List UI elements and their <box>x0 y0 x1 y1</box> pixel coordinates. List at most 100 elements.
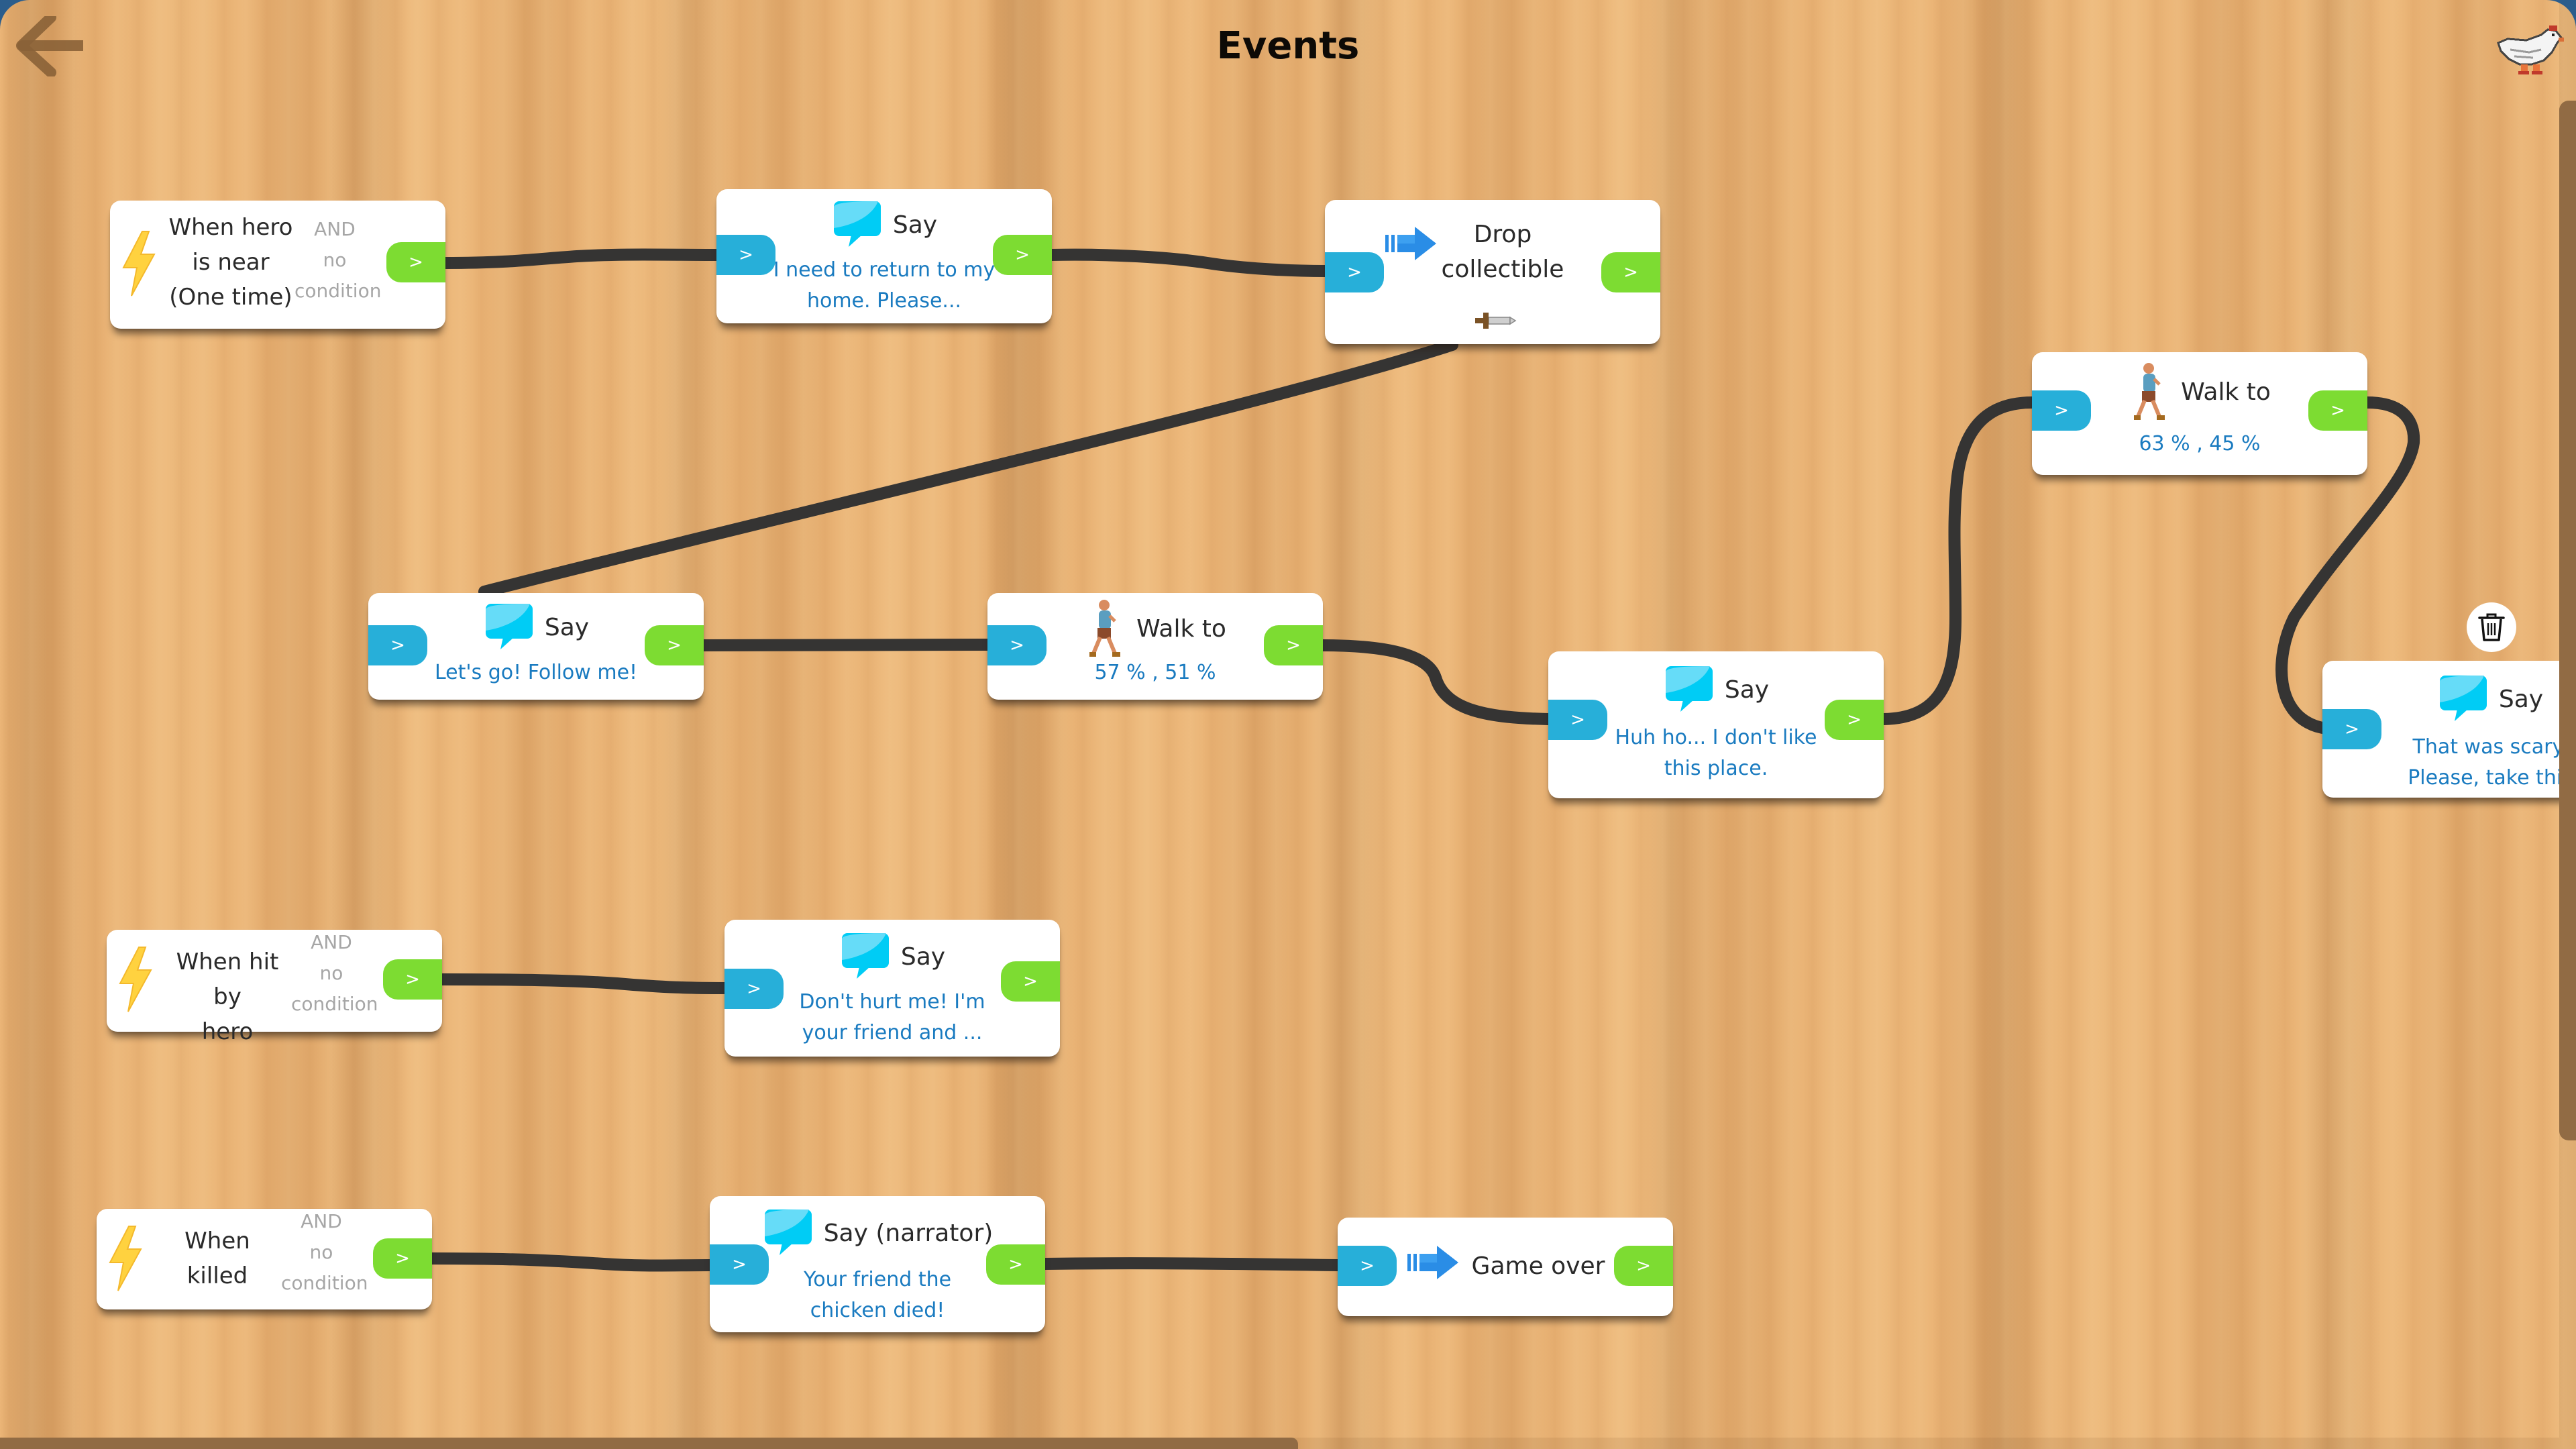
output-port[interactable]: > <box>383 959 442 1000</box>
trigger-label-line: When <box>184 1228 250 1254</box>
node-title: Say <box>544 613 590 641</box>
node-header: Walk to <box>2032 362 2367 422</box>
action-node-say-return[interactable]: > > Say I need to return to my home. Ple… <box>716 189 1052 323</box>
node-title: Walk to <box>1136 614 1226 643</box>
action-node-say-narrator[interactable]: > > Say (narrator) Your friend the chick… <box>710 1196 1045 1332</box>
speech-bubble-icon <box>841 933 889 979</box>
trigger-node-killed[interactable]: When killed AND no condition > <box>97 1209 432 1309</box>
delete-button[interactable] <box>2467 602 2516 652</box>
condition-line: no <box>319 962 343 984</box>
trigger-node-hit-by-hero[interactable]: When hit by hero AND no condition > <box>107 927 442 1045</box>
node-header: Game over <box>1338 1246 1673 1286</box>
trigger-label-line: killed <box>186 1263 248 1289</box>
trigger-label: When killed <box>150 1224 284 1293</box>
detail-line: Your friend the <box>803 1268 952 1291</box>
trigger-label-line: When hero <box>168 214 293 241</box>
walking-person-icon <box>1089 600 1121 657</box>
action-node-say-lets-go[interactable]: > > Say Let's go! Follow me! <box>368 593 704 700</box>
node-header: Say <box>1548 663 1884 716</box>
detail-line: Don't hurt me! I'm <box>799 990 985 1014</box>
input-port[interactable]: > <box>1325 252 1384 292</box>
walking-person-icon <box>2134 363 2165 420</box>
lightning-icon <box>119 947 152 1012</box>
detail-line: That was scary. <box>2412 735 2568 759</box>
detail-line: this place. <box>1664 757 1768 780</box>
detail-line: your friend and ... <box>802 1021 983 1044</box>
wire-killed-to-narrator[interactable] <box>426 1252 716 1272</box>
action-node-say-dont-hurt[interactable]: > > Say Don't hurt me! I'm your friend a… <box>724 920 1060 1057</box>
action-node-walk-to-2[interactable]: > > Walk to 57 % , 51 % <box>987 593 1323 700</box>
node-header: Say <box>368 601 704 653</box>
wire-near-to-say-return[interactable] <box>439 248 722 269</box>
node-detail: Your friend the chicken died! <box>763 1265 991 1326</box>
condition-line: condition <box>281 1272 368 1294</box>
node-title-line: Drop <box>1473 221 1532 248</box>
page-title: Events <box>1216 24 1360 68</box>
lightning-icon <box>122 231 156 297</box>
wire-say-huh-to-walk-1[interactable] <box>1878 396 2038 725</box>
action-node-say-scary[interactable]: > Say That was scary. Please, take this … <box>2322 661 2576 798</box>
node-header: Say <box>2322 673 2576 725</box>
detail-line: chicken died! <box>810 1299 945 1322</box>
horizontal-scrollbar-thumb[interactable] <box>0 1438 1298 1449</box>
speech-bubble-icon <box>485 604 533 649</box>
condition-line: AND <box>311 931 352 953</box>
node-header: Say <box>724 930 1060 983</box>
wire-walk-to-say-huh[interactable] <box>1316 639 1554 725</box>
node-detail: Don't hurt me! I'm your friend and ... <box>778 987 1006 1049</box>
speech-bubble-icon <box>764 1210 812 1255</box>
condition-label[interactable]: AND no condition <box>291 927 378 1020</box>
trigger-node-hero-near[interactable]: When hero is near (One time) AND no cond… <box>110 201 445 329</box>
action-node-say-huh-ho[interactable]: > > Say Huh ho... I don't like this plac… <box>1548 651 1884 798</box>
detail-line: I need to return to my <box>773 258 996 282</box>
arrow-right-icon <box>1407 1246 1458 1279</box>
action-node-drop-collectible[interactable]: > > Drop collectible <box>1325 200 1660 344</box>
detail-line: home. Please... <box>806 289 962 313</box>
node-detail: I need to return to my home. Please... <box>770 255 998 317</box>
trigger-label: When hit by hero <box>160 945 294 1049</box>
output-port[interactable]: > <box>1601 252 1660 292</box>
speech-bubble-icon <box>2439 676 2487 721</box>
trigger-label-line: When hit by <box>176 949 279 1010</box>
events-canvas[interactable]: Events When hero is near (One time) AND … <box>0 0 2576 1449</box>
condition-line: AND <box>314 218 356 240</box>
trigger-label-line: (One time) <box>169 284 292 311</box>
node-header: Say <box>716 199 1052 251</box>
wire-narrator-to-game-over[interactable] <box>1039 1257 1344 1271</box>
trash-icon <box>2478 613 2505 641</box>
condition-line: condition <box>294 280 382 302</box>
node-title: Say <box>1724 676 1770 704</box>
node-detail: 63 % , 45 % <box>2139 432 2261 455</box>
condition-label[interactable]: AND no condition <box>294 214 382 307</box>
dagger-icon <box>1475 313 1517 329</box>
node-title: Say <box>900 943 946 971</box>
lightning-icon <box>109 1226 142 1291</box>
condition-label[interactable]: AND no condition <box>281 1206 368 1299</box>
condition-line: no <box>323 249 347 271</box>
node-detail: Let's go! Follow me! <box>434 661 638 684</box>
node-title: Say <box>892 211 938 239</box>
speech-bubble-icon <box>1665 666 1713 712</box>
speech-bubble-icon <box>833 201 881 247</box>
node-detail: Huh ho... I don't like this place. <box>1602 722 1830 784</box>
condition-line: no <box>309 1241 333 1263</box>
node-header: Drop collectible <box>1432 217 1573 287</box>
action-node-game-over[interactable]: > > Game over <box>1338 1218 1673 1316</box>
wire-hit-to-say-dont-hurt[interactable] <box>436 973 731 994</box>
condition-line: condition <box>291 993 378 1015</box>
wire-say-return-to-drop[interactable] <box>1045 248 1331 277</box>
node-title-line: collectible <box>1441 256 1564 283</box>
node-title: Walk to <box>2181 378 2271 406</box>
chicken-icon[interactable] <box>2494 23 2564 78</box>
condition-line: AND <box>301 1210 342 1232</box>
node-header: Say (narrator) <box>710 1207 1045 1259</box>
action-node-walk-to-1[interactable]: > > Walk to 63 % , 45 % <box>2032 352 2367 475</box>
wire-drop-to-say-lets-go[interactable] <box>478 339 1458 598</box>
node-detail: 57 % , 51 % <box>1094 661 1216 684</box>
vertical-scrollbar-thumb[interactable] <box>2559 101 2576 1140</box>
output-port[interactable]: > <box>373 1238 432 1279</box>
node-detail: That was scary. Please, take this <box>2376 732 2576 794</box>
detail-line: Huh ho... I don't like <box>1615 726 1817 749</box>
output-port[interactable]: > <box>386 242 445 282</box>
trigger-label-line: is near <box>192 249 270 276</box>
